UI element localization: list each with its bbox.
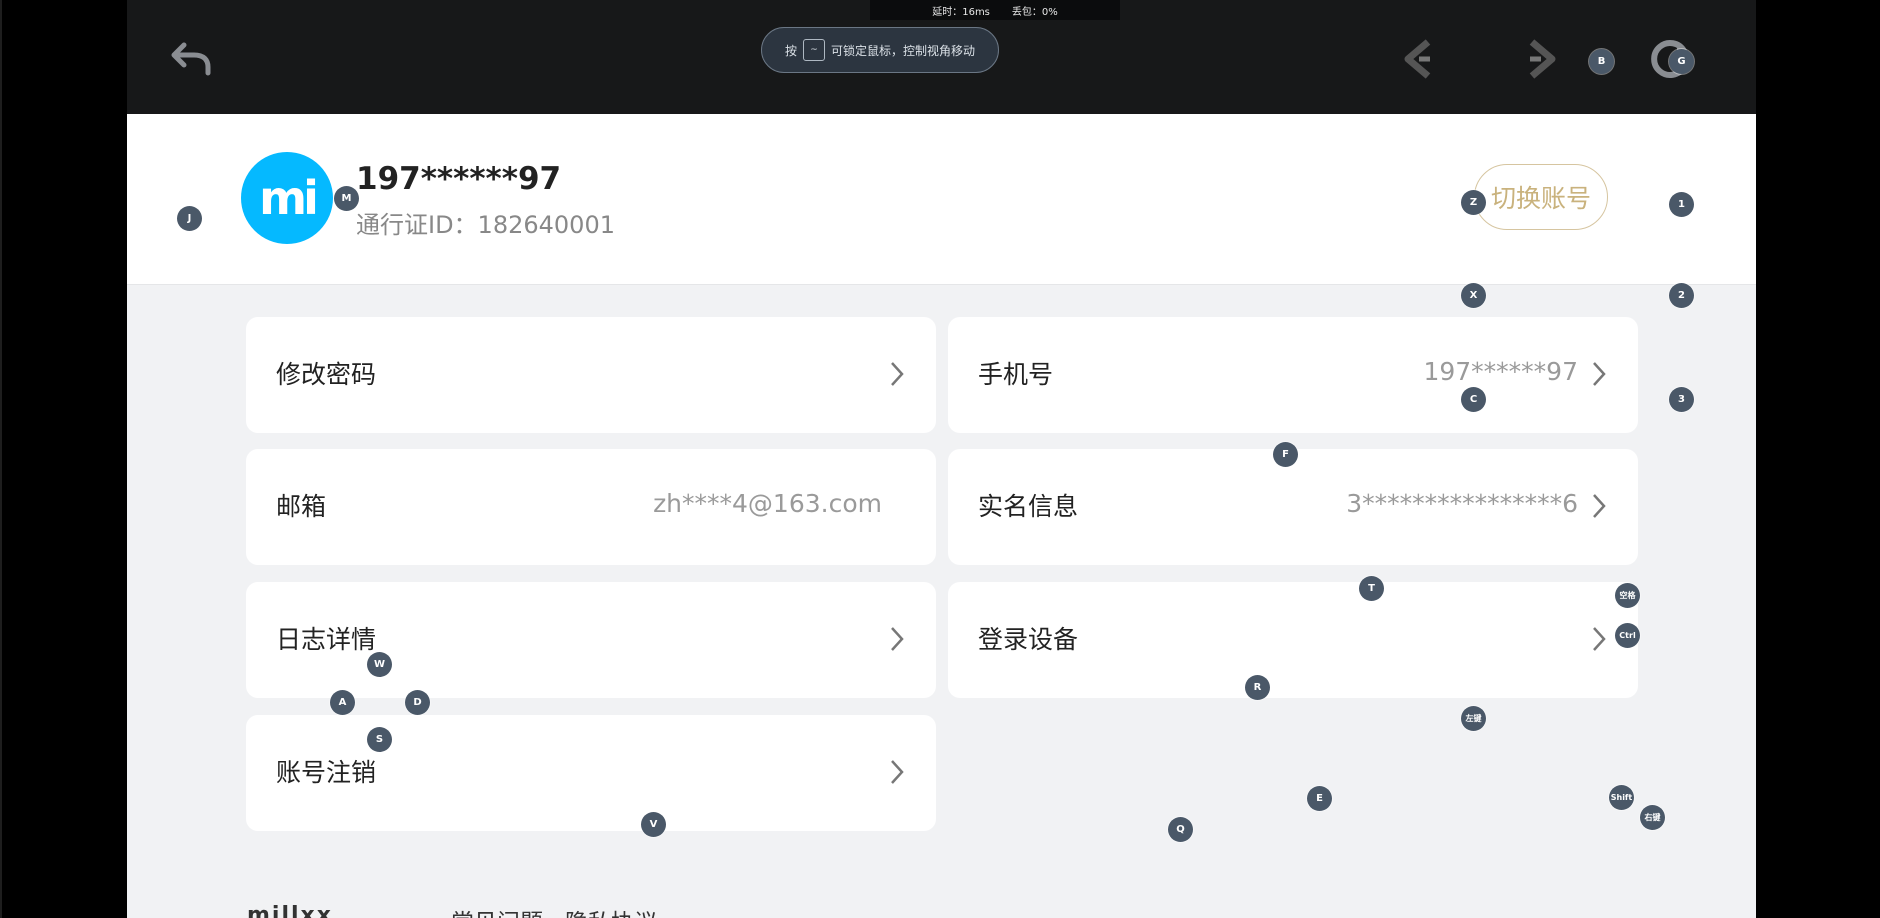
overlay-key-left-click[interactable]: 左键: [1461, 706, 1486, 731]
log-details-card[interactable]: 日志详情: [246, 582, 936, 698]
email-label: 邮箱: [276, 492, 327, 521]
delete-account-card[interactable]: 账号注销: [246, 715, 936, 831]
back-icon[interactable]: [167, 32, 217, 82]
left-window-edge: [0, 0, 2, 918]
real-name-card[interactable]: 实名信息 3****************6: [948, 449, 1638, 565]
real-name-value: 3****************6: [1346, 489, 1578, 518]
overlay-key-t[interactable]: T: [1359, 576, 1384, 601]
log-details-label: 日志详情: [276, 625, 377, 654]
account-header: mi 197******97 通行证ID：182640001 切换账号: [127, 114, 1756, 285]
overlay-key-a[interactable]: A: [330, 690, 355, 715]
phone-label: 手机号: [978, 360, 1054, 389]
overlay-key-3[interactable]: 3: [1669, 387, 1694, 412]
overlay-key-ctrl[interactable]: Ctrl: [1615, 623, 1640, 648]
overlay-key-x[interactable]: X: [1461, 283, 1486, 308]
change-password-label: 修改密码: [276, 360, 377, 389]
overlay-key-r[interactable]: R: [1245, 675, 1270, 700]
chevron-right-icon: [888, 758, 906, 786]
packet-loss-stat: 丢包：0%: [1011, 6, 1058, 18]
hint-prefix: 按: [784, 43, 797, 58]
login-devices-label: 登录设备: [978, 625, 1079, 654]
faq-link[interactable]: 常见问题: [451, 903, 543, 918]
network-stats: 延时：16ms 丢包：0%: [870, 0, 1120, 20]
chevron-right-icon: [888, 625, 906, 653]
switch-account-button[interactable]: 切换账号: [1474, 164, 1608, 230]
phone-card[interactable]: 手机号 197******97: [948, 317, 1638, 433]
passport-id: 通行证ID：182640001: [356, 211, 615, 239]
overlay-key-right-click[interactable]: 右键: [1640, 805, 1665, 830]
change-password-card[interactable]: 修改密码: [246, 317, 936, 433]
mouse-lock-hint: 按 ~ 可锁定鼠标，控制视角移动: [761, 27, 999, 73]
chevron-right-icon: [1590, 360, 1608, 388]
overlay-key-d[interactable]: D: [405, 690, 430, 715]
mi-avatar: mi: [241, 152, 333, 244]
account-phone: 197******97: [356, 161, 562, 197]
overlay-key-g[interactable]: G: [1669, 49, 1694, 74]
overlay-key-q[interactable]: Q: [1168, 817, 1193, 842]
phone-value: 197******97: [1423, 357, 1578, 386]
chevron-right-icon: [1590, 492, 1608, 520]
footer-logo: millxx: [247, 903, 333, 918]
overlay-key-c[interactable]: C: [1461, 387, 1486, 412]
tilde-key: ~: [803, 39, 825, 61]
real-name-label: 实名信息: [978, 492, 1079, 521]
delete-account-label: 账号注销: [276, 758, 377, 787]
overlay-key-z[interactable]: Z: [1461, 190, 1486, 215]
app-stage: 延时：16ms 丢包：0% 按 ~ 可锁定鼠标，控制视角移动 mi 197***…: [127, 0, 1756, 918]
overlay-key-j[interactable]: J: [177, 206, 202, 231]
chevron-right-icon: [888, 360, 906, 388]
overlay-key-w[interactable]: W: [367, 652, 392, 677]
overlay-key-1[interactable]: 1: [1669, 192, 1694, 217]
overlay-key-e[interactable]: E: [1307, 786, 1332, 811]
privacy-link[interactable]: 隐私协议: [565, 903, 657, 918]
chevron-right-icon: [1590, 625, 1608, 653]
overlay-key-m[interactable]: M: [334, 186, 359, 211]
overlay-key-v[interactable]: V: [641, 812, 666, 837]
email-value: zh****4@163.com: [653, 489, 882, 518]
overlay-key-shift[interactable]: Shift: [1609, 785, 1634, 810]
overlay-key-f[interactable]: F: [1273, 442, 1298, 467]
latency-stat: 延时：16ms: [932, 6, 990, 18]
footer: millxx 常见问题 隐私协议: [247, 898, 947, 918]
cloud-game-toolbar: 延时：16ms 丢包：0% 按 ~ 可锁定鼠标，控制视角移动: [127, 0, 1756, 114]
previous-arrow-icon[interactable]: [1394, 34, 1444, 84]
email-card: 邮箱 zh****4@163.com: [246, 449, 936, 565]
overlay-key-b[interactable]: B: [1589, 49, 1614, 74]
next-arrow-icon[interactable]: [1516, 34, 1566, 84]
overlay-key-2[interactable]: 2: [1669, 283, 1694, 308]
hint-text: 可锁定鼠标，控制视角移动: [831, 43, 976, 58]
overlay-key-s[interactable]: S: [367, 727, 392, 752]
login-devices-card[interactable]: 登录设备: [948, 582, 1638, 698]
overlay-key-space[interactable]: 空格: [1615, 583, 1640, 608]
